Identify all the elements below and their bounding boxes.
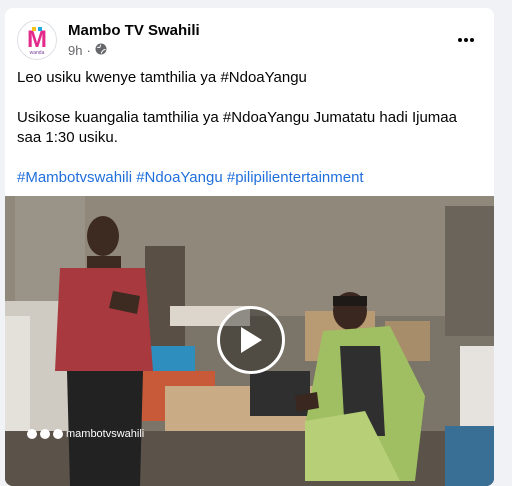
page-avatar[interactable]: M wanda	[17, 20, 57, 60]
mambo-logo-icon: M wanda	[27, 26, 47, 56]
post-line-1: Leo usiku kwenye tamthilia ya #NdoaYangu	[17, 69, 307, 86]
facebook-icon	[53, 429, 63, 439]
video-watermark: mambotvswahili	[27, 428, 144, 440]
play-button[interactable]	[217, 306, 285, 374]
post-time[interactable]: 9h	[68, 43, 82, 58]
globe-icon	[95, 43, 107, 58]
page-name[interactable]: Mambo TV Swahili	[68, 22, 200, 39]
instagram-icon	[27, 429, 37, 439]
ellipsis-icon	[458, 38, 474, 42]
post-meta: 9h ·	[68, 43, 107, 58]
meta-separator: ·	[86, 43, 91, 58]
play-icon	[241, 327, 262, 353]
post-hashtags: #Mambotvswahili #NdoaYangu #pilipiliente…	[17, 168, 478, 188]
post-card: M wanda Mambo TV Swahili 9h · Leo usiku …	[5, 8, 494, 486]
hashtag-link[interactable]: #NdoaYangu	[136, 169, 222, 186]
svg-text:M: M	[27, 26, 47, 53]
more-options-button[interactable]	[452, 26, 480, 54]
hashtag-link[interactable]: #pilipilientertainment	[227, 169, 364, 186]
twitter-icon	[40, 429, 50, 439]
svg-text:wanda: wanda	[30, 50, 45, 56]
post-header: M wanda Mambo TV Swahili 9h ·	[17, 20, 482, 62]
post-line-2: Usikose kuangalia tamthilia ya #NdoaYang…	[17, 109, 457, 146]
post-message: Leo usiku kwenye tamthilia ya #NdoaYangu…	[17, 68, 478, 188]
video-player[interactable]: mambotvswahili	[5, 196, 494, 486]
watermark-handle: mambotvswahili	[66, 428, 145, 440]
hashtag-link[interactable]: #Mambotvswahili	[17, 169, 132, 186]
